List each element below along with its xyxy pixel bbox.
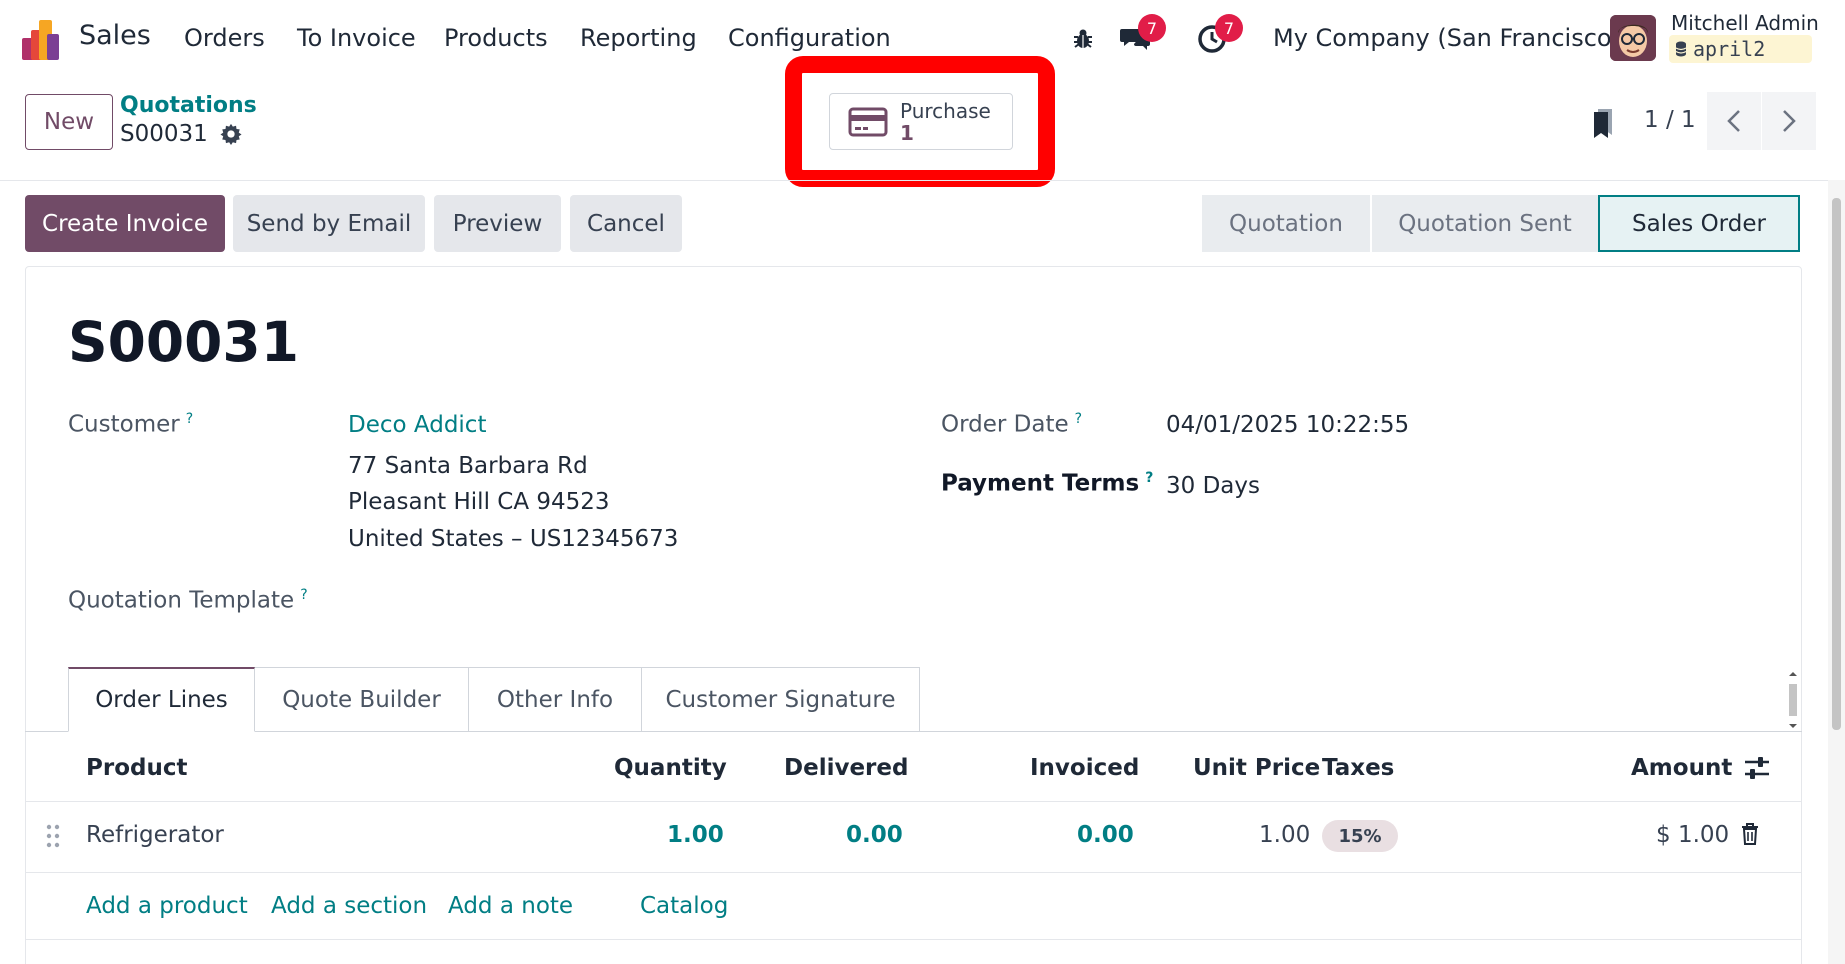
record-name: S00031	[120, 121, 208, 147]
catalog-link[interactable]: Catalog	[640, 893, 728, 919]
menu-reporting[interactable]: Reporting	[580, 24, 697, 52]
bookmark-icon[interactable]	[1591, 106, 1615, 140]
line-amount: $ 1.00	[1656, 822, 1730, 848]
sales-app-icon[interactable]	[22, 18, 64, 60]
messages-badge: 7	[1138, 14, 1166, 42]
preview-button[interactable]: Preview	[434, 195, 561, 252]
chevron-left-icon	[1727, 110, 1740, 132]
company-switcher[interactable]: My Company (San Francisco)	[1273, 24, 1621, 52]
add-note-link[interactable]: Add a note	[448, 893, 573, 919]
order-date-value[interactable]: 04/01/2025 10:22:55	[1166, 412, 1409, 438]
help-icon[interactable]: ?	[186, 411, 193, 427]
breadcrumb-quotations[interactable]: Quotations	[120, 93, 257, 118]
line-quantity[interactable]: 1.00	[667, 822, 724, 848]
customer-name-link[interactable]: Deco Addict	[348, 412, 486, 438]
column-invoiced[interactable]: Invoiced	[1030, 755, 1139, 781]
payment-terms-value[interactable]: 30 Days	[1166, 473, 1260, 499]
customer-address-line2: Pleasant Hill CA 94523	[348, 489, 610, 515]
column-delivered[interactable]: Delivered	[784, 755, 908, 781]
stage-sales-order[interactable]: Sales Order	[1598, 195, 1800, 252]
quotation-template-label: Quotation Template?	[68, 587, 308, 614]
database-icon	[1675, 41, 1687, 57]
smart-button-label: Purchase	[900, 98, 991, 123]
customer-address-line3: United States – US12345673	[348, 526, 679, 552]
control-panel-divider	[0, 180, 1845, 181]
stage-quotation-sent[interactable]: Quotation Sent	[1370, 195, 1598, 252]
order-title: S00031	[68, 310, 299, 374]
column-product[interactable]: Product	[86, 755, 187, 781]
pager-next-button[interactable]	[1762, 92, 1816, 150]
activities-badge: 7	[1215, 14, 1243, 42]
tab-quote-builder[interactable]: Quote Builder	[255, 667, 469, 732]
pager-value[interactable]: 1 / 1	[1644, 107, 1696, 133]
column-taxes[interactable]: Taxes	[1322, 755, 1394, 781]
line-unit-price[interactable]: 1.00	[1259, 822, 1310, 848]
header-divider	[25, 801, 1802, 802]
page-scrollbar-thumb[interactable]	[1832, 198, 1841, 730]
page-scrollbar[interactable]	[1828, 180, 1845, 964]
menu-products[interactable]: Products	[444, 24, 548, 52]
menu-configuration[interactable]: Configuration	[728, 24, 891, 52]
create-invoice-button[interactable]: Create Invoice	[25, 195, 225, 252]
tab-other-info[interactable]: Other Info	[469, 667, 642, 732]
line-delivered[interactable]: 0.00	[846, 822, 903, 848]
customer-address-line1: 77 Santa Barbara Rd	[348, 453, 588, 479]
debug-bug-icon[interactable]	[1066, 22, 1100, 56]
menu-to-invoice[interactable]: To Invoice	[297, 24, 416, 52]
help-icon[interactable]: ?	[1145, 470, 1153, 486]
smart-button-count: 1	[900, 120, 914, 145]
help-icon[interactable]: ?	[300, 587, 307, 603]
user-avatar[interactable]	[1610, 15, 1656, 61]
column-quantity[interactable]: Quantity	[614, 755, 727, 781]
new-button[interactable]: New	[25, 94, 113, 150]
tab-customer-signature[interactable]: Customer Signature	[642, 667, 920, 732]
trash-icon[interactable]	[1740, 822, 1760, 846]
customer-label: Customer?	[68, 411, 194, 438]
send-by-email-button[interactable]: Send by Email	[233, 195, 425, 252]
database-name: april2	[1693, 37, 1766, 61]
activities-clock-icon[interactable]: 7	[1195, 14, 1243, 56]
stage-quotation[interactable]: Quotation	[1202, 195, 1370, 252]
line-invoiced[interactable]: 0.00	[1077, 822, 1134, 848]
app-name[interactable]: Sales	[79, 20, 151, 51]
messages-icon[interactable]: 7	[1118, 14, 1166, 56]
optional-columns-icon[interactable]	[1743, 755, 1771, 781]
help-icon[interactable]: ?	[1075, 411, 1082, 427]
add-product-link[interactable]: Add a product	[86, 893, 248, 919]
column-amount[interactable]: Amount	[1631, 755, 1732, 781]
breadcrumb-current: S00031	[120, 121, 242, 147]
database-label: april2	[1669, 35, 1812, 63]
menu-orders[interactable]: Orders	[184, 24, 265, 52]
cancel-button[interactable]: Cancel	[570, 195, 682, 252]
notebook-tabs: Order Lines Quote Builder Other Info Cus…	[68, 667, 920, 732]
status-bar: Quotation Quotation Sent Sales Order	[1202, 195, 1800, 252]
add-section-link[interactable]: Add a section	[271, 893, 427, 919]
chevron-right-icon	[1783, 110, 1796, 132]
drag-handle-icon[interactable]	[46, 824, 60, 848]
add-links-divider	[25, 939, 1802, 940]
tab-order-lines[interactable]: Order Lines	[68, 667, 255, 732]
pager-previous-button[interactable]	[1707, 92, 1761, 150]
row-divider	[25, 872, 1802, 873]
gear-icon[interactable]	[220, 123, 242, 145]
credit-card-icon	[848, 107, 888, 136]
tabs-scrollbar[interactable]	[1786, 670, 1800, 730]
payment-terms-label: Payment Terms?	[941, 470, 1154, 497]
order-date-label: Order Date?	[941, 411, 1083, 438]
purchase-smart-button[interactable]: Purchase 1	[829, 93, 1013, 150]
line-product[interactable]: Refrigerator	[86, 822, 224, 848]
user-name[interactable]: Mitchell Admin	[1671, 11, 1819, 35]
line-tax-badge[interactable]: 15%	[1322, 820, 1398, 852]
column-unit-price[interactable]: Unit Price	[1193, 755, 1320, 781]
